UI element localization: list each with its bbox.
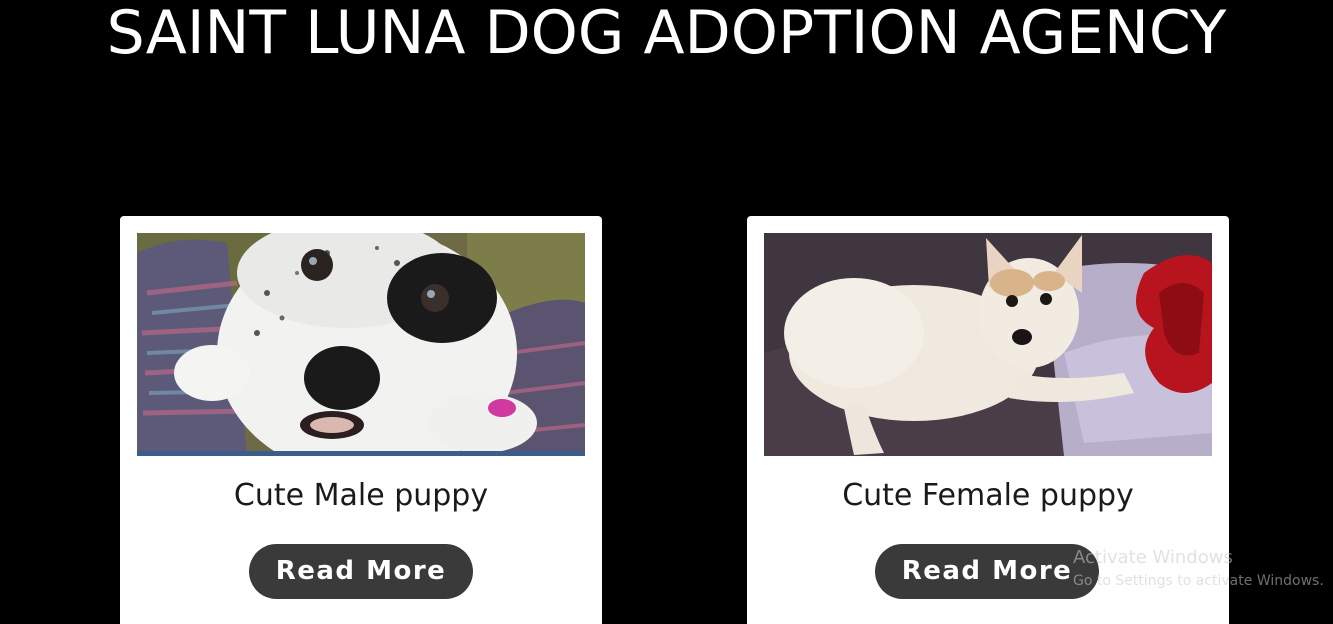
female-puppy-photo [764,233,1212,456]
read-more-button[interactable]: Read More [875,544,1099,599]
page: SAINT LUNA DOG ADOPTION AGENCY Cute Male… [0,0,1333,624]
dog-card-female: Cute Female puppy Read More [747,216,1229,624]
card-title: Cute Male puppy [233,478,489,513]
read-more-button[interactable]: Read More [249,544,473,599]
card-title: Cute Female puppy [842,478,1134,513]
male-puppy-photo [137,233,585,456]
dog-card-male: Cute Male puppy Read More [120,216,602,624]
site-title: SAINT LUNA DOG ADOPTION AGENCY [106,0,1227,68]
